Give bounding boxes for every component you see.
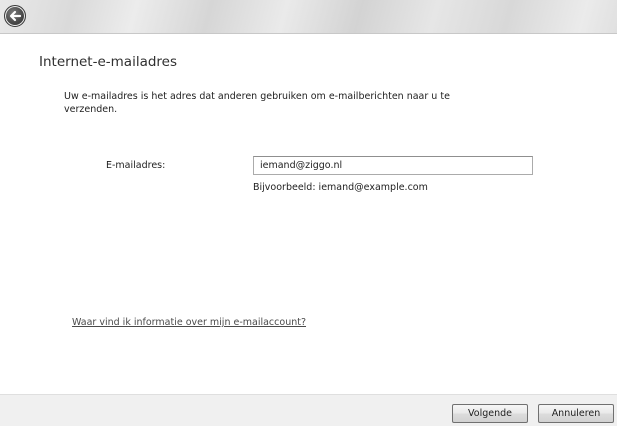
back-arrow-icon [9,10,22,22]
email-label: E-mailadres: [106,160,166,171]
page-description: Uw e-mailadres is het adres dat anderen … [64,91,450,115]
email-account-info-link[interactable]: Waar vind ik informatie over mijn e-mail… [72,317,306,328]
cancel-button[interactable]: Annuleren [538,404,614,423]
email-example-hint: Bijvoorbeeld: iemand@example.com [253,182,428,193]
email-input[interactable] [253,156,533,175]
next-button[interactable]: Volgende [452,404,528,423]
page-title: Internet-e-mailadres [39,54,178,70]
back-button[interactable] [4,5,26,27]
title-bar [0,0,617,34]
